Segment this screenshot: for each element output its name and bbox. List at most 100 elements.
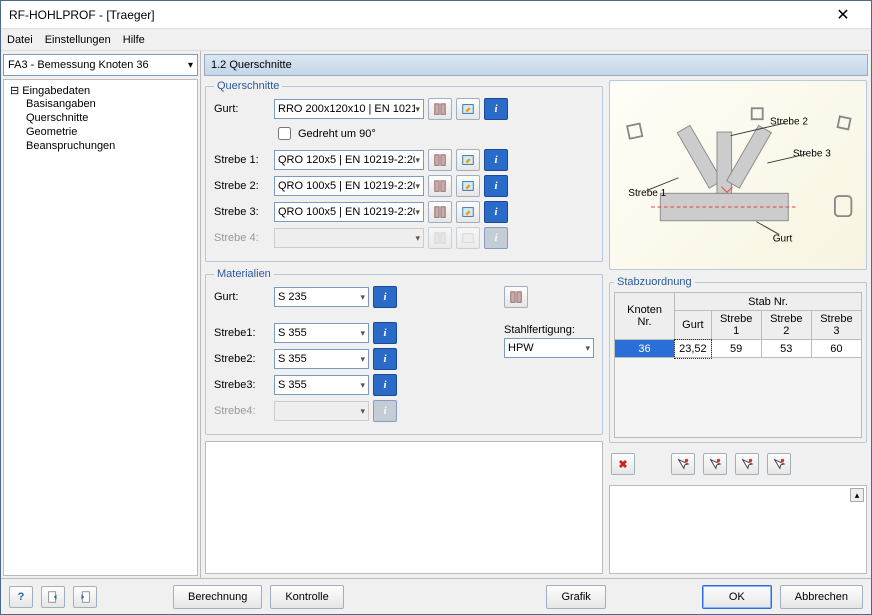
mat-s1-value: S 355: [278, 327, 307, 339]
pick-button[interactable]: [703, 453, 727, 475]
info-button[interactable]: i: [484, 175, 508, 197]
th-gurt: Gurt: [675, 311, 712, 340]
diagram-strebe3: Strebe 3: [793, 149, 831, 160]
library-button[interactable]: [428, 201, 452, 223]
content-body: Querschnitte Gurt: RRO 200x120x10 | EN 1…: [201, 76, 871, 578]
close-icon[interactable]: ✕: [823, 5, 863, 25]
cell-gurt[interactable]: 23,52: [675, 340, 712, 358]
tree-item-geometrie[interactable]: Geometrie: [6, 125, 195, 139]
window-title: RF-HOHLPROF - [Traeger]: [9, 8, 823, 22]
info-button[interactable]: i: [373, 348, 397, 370]
group-stabzuordnung: Stabzuordnung Knoten Nr. Stab Nr. Gurt S…: [609, 276, 867, 443]
info-button[interactable]: i: [484, 201, 508, 223]
menu-einstellungen[interactable]: Einstellungen: [45, 34, 111, 46]
stahlfertigung-value: HPW: [508, 342, 534, 354]
abbrechen-button[interactable]: Abbrechen: [780, 585, 863, 609]
th-stabnr: Stab Nr.: [675, 293, 862, 311]
th-knoten: Knoten Nr.: [615, 293, 675, 340]
group-querschnitte-legend: Querschnitte: [214, 80, 282, 92]
strebe1-combo[interactable]: QRO 120x5 | EN 10219-2:2006▾: [274, 150, 424, 170]
group-querschnitte: Querschnitte Gurt: RRO 200x120x10 | EN 1…: [205, 80, 603, 262]
chevron-down-icon: ▾: [585, 343, 590, 354]
right-column: Strebe 1 Strebe 2 Strebe 3 Gurt Stabzuor…: [609, 80, 867, 574]
pick-button[interactable]: [671, 453, 695, 475]
info-button[interactable]: i: [484, 98, 508, 120]
ok-button[interactable]: OK: [702, 585, 772, 609]
delete-button[interactable]: ✖: [611, 453, 635, 475]
gedreht-checkbox[interactable]: [278, 127, 291, 140]
help-button[interactable]: ?: [9, 586, 33, 608]
info-button: i: [484, 227, 508, 249]
log-area: ▴: [609, 485, 867, 574]
cell-knoten: 36: [615, 340, 675, 358]
chevron-down-icon: ▾: [360, 406, 365, 417]
next-button[interactable]: [73, 586, 97, 608]
th-s3: Strebe 3: [811, 311, 861, 340]
strebe1-combo-value: QRO 120x5 | EN 10219-2:2006: [278, 154, 415, 166]
edit-button[interactable]: [456, 175, 480, 197]
mat-s1-label: Strebe1:: [214, 327, 270, 339]
strebe3-label: Strebe 3:: [214, 206, 270, 218]
stahlfertigung-combo[interactable]: HPW ▾: [504, 338, 594, 358]
strebe2-label: Strebe 2:: [214, 180, 270, 192]
mat-gurt-label: Gurt:: [214, 291, 270, 303]
chevron-down-icon: ▾: [360, 354, 365, 365]
tree: ⊟ Eingabedaten Basisangaben Querschnitte…: [3, 79, 198, 576]
menu-hilfe[interactable]: Hilfe: [123, 34, 145, 46]
mat-s4-combo: ▾: [274, 401, 369, 421]
strebe2-combo[interactable]: QRO 100x5 | EN 10219-2:2006▾: [274, 176, 424, 196]
strebe1-label: Strebe 1:: [214, 154, 270, 166]
tree-item-beanspruchungen[interactable]: Beanspruchungen: [6, 139, 195, 153]
message-area: [205, 441, 603, 574]
group-materialien: Materialien Gurt: S 235▾ i Streb: [205, 268, 603, 435]
tree-root[interactable]: ⊟ Eingabedaten: [6, 84, 195, 97]
edit-button[interactable]: [456, 98, 480, 120]
info-button[interactable]: i: [373, 374, 397, 396]
pick-button[interactable]: [735, 453, 759, 475]
info-button[interactable]: i: [373, 286, 397, 308]
berechnung-button[interactable]: Berechnung: [173, 585, 262, 609]
scroll-up-icon[interactable]: ▴: [850, 488, 864, 502]
info-button[interactable]: i: [373, 322, 397, 344]
case-select[interactable]: FA3 - Bemessung Knoten 36 ▾: [3, 54, 198, 76]
content: 1.2 Querschnitte Querschnitte Gurt: RRO …: [201, 51, 871, 578]
mat-s3-combo[interactable]: S 355▾: [274, 375, 369, 395]
edit-button[interactable]: [456, 201, 480, 223]
strebe3-combo[interactable]: QRO 100x5 | EN 10219-2:2006▾: [274, 202, 424, 222]
gedreht-label: Gedreht um 90°: [298, 128, 376, 140]
table-row[interactable]: 36 23,52 59 53 60: [615, 340, 862, 358]
cell-s3[interactable]: 60: [811, 340, 861, 358]
mat-s2-label: Strebe2:: [214, 353, 270, 365]
grafik-button[interactable]: Grafik: [546, 585, 605, 609]
cell-s1[interactable]: 59: [711, 340, 761, 358]
library-button[interactable]: [428, 175, 452, 197]
library-button[interactable]: [428, 98, 452, 120]
tree-root-label: Eingabedaten: [22, 85, 90, 97]
group-materialien-legend: Materialien: [214, 268, 274, 280]
mat-s2-combo[interactable]: S 355▾: [274, 349, 369, 369]
mat-s1-combo[interactable]: S 355▾: [274, 323, 369, 343]
tree-item-querschnitte[interactable]: Querschnitte: [6, 111, 195, 125]
mat-gurt-combo[interactable]: S 235▾: [274, 287, 369, 307]
sidebar: FA3 - Bemessung Knoten 36 ▾ ⊟ Eingabedat…: [1, 51, 201, 578]
diagram-strebe2: Strebe 2: [770, 117, 808, 128]
tree-item-basisangaben[interactable]: Basisangaben: [6, 97, 195, 111]
group-stabzuordnung-legend: Stabzuordnung: [614, 276, 695, 288]
menu-datei[interactable]: Datei: [7, 34, 33, 46]
library-button[interactable]: [428, 149, 452, 171]
kontrolle-button[interactable]: Kontrolle: [270, 585, 343, 609]
library-button: [428, 227, 452, 249]
gurt-combo[interactable]: RRO 200x120x10 | EN 10219▾: [274, 99, 424, 119]
library-button[interactable]: [504, 286, 528, 308]
diagram-strebe1: Strebe 1: [628, 188, 666, 199]
strebe4-combo: ▾: [274, 228, 424, 248]
prev-button[interactable]: [41, 586, 65, 608]
info-button[interactable]: i: [484, 149, 508, 171]
mat-s4-label: Strebe4:: [214, 405, 270, 417]
pick-button[interactable]: [767, 453, 791, 475]
titlebar: RF-HOHLPROF - [Traeger] ✕: [1, 1, 871, 29]
cell-s2[interactable]: 53: [761, 340, 811, 358]
edit-button[interactable]: [456, 149, 480, 171]
th-s1: Strebe 1: [711, 311, 761, 340]
gurt-combo-value: RRO 200x120x10 | EN 10219: [278, 103, 415, 115]
